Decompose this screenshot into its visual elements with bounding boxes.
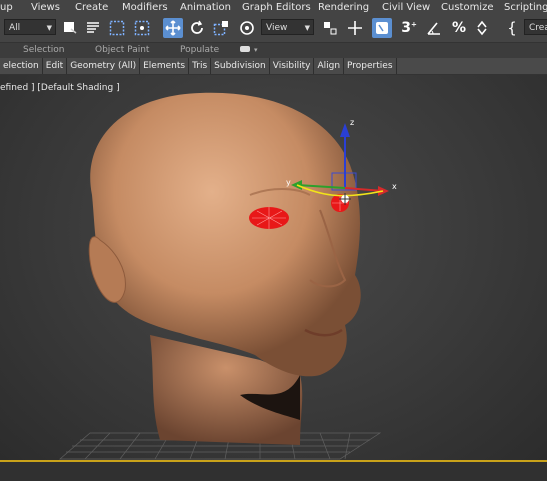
percent-snap-toggle[interactable]: % (449, 18, 469, 38)
tab-selection[interactable]: election (0, 58, 43, 74)
keyboard-shortcut-icon (376, 22, 388, 34)
window-crossing-icon (134, 20, 150, 36)
spinner-snap-icon (477, 20, 487, 36)
select-and-move-button[interactable] (163, 18, 183, 38)
tab-geometry-all[interactable]: Geometry (All) (67, 58, 141, 74)
reference-coordinate-value: View (266, 23, 288, 33)
tab-properties[interactable]: Properties (344, 58, 397, 74)
angle-snap-toggle[interactable] (424, 18, 444, 38)
modeling-tabs: election Edit Geometry (All) Elements Tr… (0, 58, 547, 75)
select-object-icon (64, 22, 77, 34)
snap-3d-icon: 3+ (401, 20, 417, 36)
select-and-scale-button[interactable] (211, 18, 231, 38)
angle-snap-icon (427, 22, 440, 35)
main-toolbar: All ▼ View ▼ 3+ % {Cre (0, 15, 547, 43)
tab-subdivision[interactable]: Subdivision (211, 58, 270, 74)
named-selection-field[interactable]: Crea (524, 19, 547, 35)
select-and-place-button[interactable] (237, 18, 257, 38)
select-and-rotate-button[interactable] (187, 18, 207, 38)
ribbon-panel-row: Selection Object Paint Populate ▾ (0, 43, 547, 58)
snaps-toggle[interactable]: 3+ (399, 18, 419, 38)
manipulate-icon (348, 21, 362, 35)
perspective-viewport[interactable]: efined ] [Default Shading ] y x z (0, 75, 547, 461)
place-icon (240, 21, 254, 35)
select-by-name-icon (87, 22, 99, 33)
menu-item-animation[interactable]: Animation (180, 0, 231, 15)
chevron-down-icon: ▼ (304, 24, 310, 32)
menu-item-create[interactable]: Create (75, 0, 108, 15)
ribbon-tab-selection[interactable]: Selection (23, 43, 64, 58)
menu-item-customize[interactable]: Customize (441, 0, 494, 15)
chevron-down-icon: ▼ (46, 24, 52, 32)
ribbon-options-icon[interactable] (240, 46, 250, 52)
select-and-manipulate-button[interactable] (345, 18, 365, 38)
keyboard-shortcut-toggle[interactable] (372, 18, 392, 38)
move-icon (165, 20, 181, 36)
edit-named-selection-button[interactable]: { (502, 18, 522, 38)
spinner-snap-toggle[interactable] (472, 18, 492, 38)
menu-item-views[interactable]: Views (31, 0, 60, 15)
chevron-down-icon: ▾ (254, 46, 258, 54)
ribbon-tab-object-paint[interactable]: Object Paint (95, 43, 149, 58)
pivot-point-button[interactable] (320, 18, 340, 38)
tab-align[interactable]: Align (314, 58, 345, 74)
pivot-icon (324, 22, 337, 35)
tab-elements[interactable]: Elements (140, 58, 190, 74)
rectangular-selection-icon (109, 20, 125, 36)
gizmo-y-label: y (286, 178, 291, 187)
rotate-icon (191, 20, 203, 34)
menu-item-modifiers[interactable]: Modifiers (122, 0, 168, 15)
select-by-name-button[interactable] (83, 18, 103, 38)
percent-icon: % (451, 20, 467, 36)
select-object-button[interactable] (60, 18, 80, 38)
curly-braces-icon: { (507, 19, 517, 37)
gizmo-z-label: z (350, 118, 355, 127)
reference-coordinate-dropdown[interactable]: View ▼ (261, 19, 314, 35)
scale-icon (213, 21, 228, 36)
menu-bar: up Views Create Modifiers Animation Grap… (0, 0, 547, 15)
ribbon-tab-populate[interactable]: Populate (180, 43, 219, 58)
menu-item-graph-editors[interactable]: Graph Editors (242, 0, 311, 15)
left-eye-selection[interactable] (249, 207, 289, 229)
viewport-scene (59, 92, 389, 460)
window-crossing-button[interactable] (132, 18, 152, 38)
menu-item-group[interactable]: up (0, 0, 13, 15)
gizmo-x-label: x (392, 182, 397, 191)
selection-filter-value: All (9, 23, 21, 33)
menu-item-scripting[interactable]: Scripting (504, 0, 547, 15)
menu-item-civil-view[interactable]: Civil View (382, 0, 430, 15)
bottom-strip (0, 462, 547, 481)
named-selection-value: Crea (529, 23, 547, 33)
selection-filter-dropdown[interactable]: All ▼ (4, 19, 56, 35)
tab-tris[interactable]: Tris (189, 58, 212, 74)
menu-item-rendering[interactable]: Rendering (318, 0, 369, 15)
tab-visibility[interactable]: Visibility (270, 58, 315, 74)
tab-edit[interactable]: Edit (43, 58, 68, 74)
rectangular-selection-button[interactable] (107, 18, 127, 38)
